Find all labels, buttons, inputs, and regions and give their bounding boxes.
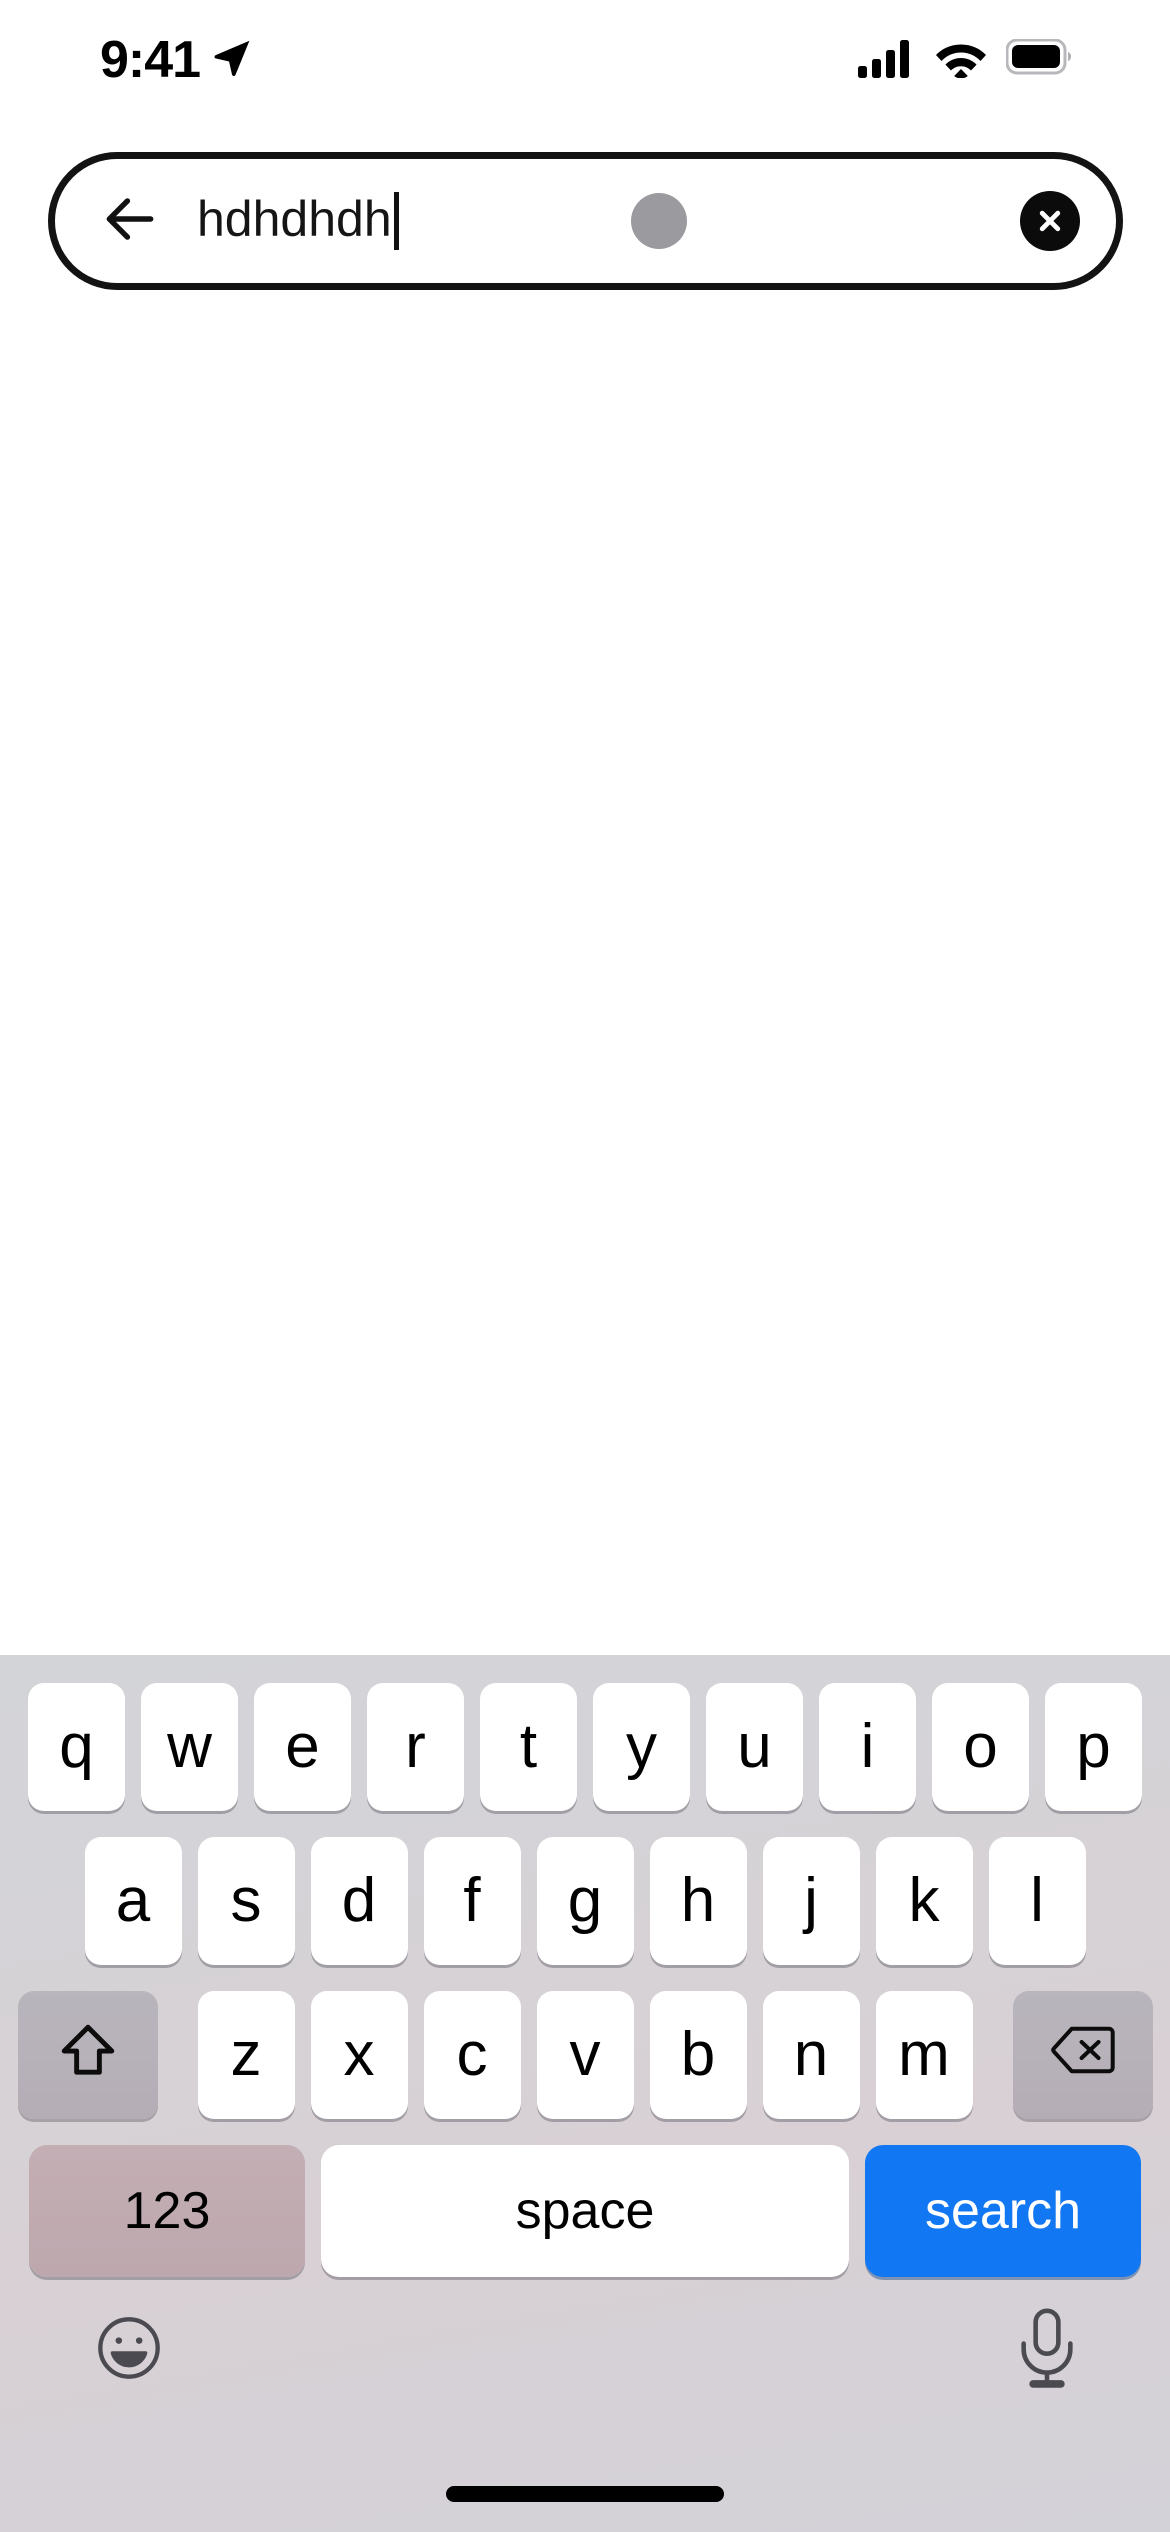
- key-v[interactable]: v: [536, 1991, 634, 2119]
- loading-dot-indicator: [631, 193, 687, 249]
- keyboard-bottom-bar: [0, 2277, 1170, 2394]
- battery-icon: [1005, 38, 1074, 82]
- key-w[interactable]: w: [141, 1683, 238, 1811]
- key-a[interactable]: a: [84, 1837, 182, 1965]
- key-n[interactable]: n: [762, 1991, 860, 2119]
- key-e[interactable]: e: [254, 1683, 351, 1811]
- keyboard-row-2: a s d f g h j k l: [0, 1837, 1170, 1965]
- backspace-delete-icon: [1050, 2024, 1116, 2087]
- search-return-key[interactable]: search: [865, 2145, 1141, 2277]
- keyboard-row-1: q w e r t y u i o p: [0, 1683, 1170, 1811]
- on-screen-keyboard: q w e r t y u i o p a s d f g h j k l z …: [0, 1655, 1170, 2532]
- key-m[interactable]: m: [875, 1991, 973, 2119]
- key-p[interactable]: p: [1045, 1683, 1142, 1811]
- row3-right-spacer: [981, 1991, 1005, 2119]
- shift-arrow-icon: [57, 2019, 119, 2092]
- key-j[interactable]: j: [762, 1837, 860, 1965]
- phone-screen: 9:41 hdhdhdh q w e r t y u i o p a s d f…: [0, 0, 1170, 2532]
- key-d[interactable]: d: [310, 1837, 408, 1965]
- key-l[interactable]: l: [988, 1837, 1086, 1965]
- key-r[interactable]: r: [367, 1683, 464, 1811]
- key-g[interactable]: g: [536, 1837, 634, 1965]
- numeric-switch-key[interactable]: 123: [29, 2145, 305, 2277]
- status-bar: 9:41: [0, 0, 1170, 120]
- keyboard-row-4: 123 space search: [0, 2145, 1170, 2277]
- key-o[interactable]: o: [932, 1683, 1029, 1811]
- shift-key[interactable]: [17, 1991, 158, 2119]
- key-c[interactable]: c: [423, 1991, 521, 2119]
- key-y[interactable]: y: [593, 1683, 690, 1811]
- cellular-signal-icon: [858, 38, 916, 83]
- row3-left-spacer: [166, 1991, 190, 2119]
- status-bar-left: 9:41: [100, 34, 254, 86]
- key-f[interactable]: f: [423, 1837, 521, 1965]
- key-b[interactable]: b: [649, 1991, 747, 2119]
- results-area: [0, 292, 1170, 1655]
- key-t[interactable]: t: [480, 1683, 577, 1811]
- home-indicator-bar: [446, 2486, 724, 2502]
- emoji-smiley-icon[interactable]: [92, 2311, 166, 2390]
- wifi-icon: [934, 38, 988, 83]
- key-i[interactable]: i: [819, 1683, 916, 1811]
- text-cursor: [393, 192, 399, 250]
- key-u[interactable]: u: [706, 1683, 803, 1811]
- key-h[interactable]: h: [649, 1837, 747, 1965]
- keyboard-row-3: z x c v b n m: [0, 1991, 1170, 2119]
- status-time: 9:41: [100, 31, 201, 89]
- back-arrow-icon[interactable]: [99, 188, 161, 255]
- key-s[interactable]: s: [197, 1837, 295, 1965]
- key-z[interactable]: z: [197, 1991, 295, 2119]
- backspace-key[interactable]: [1012, 1991, 1153, 2119]
- key-x[interactable]: x: [310, 1991, 408, 2119]
- key-k[interactable]: k: [875, 1837, 973, 1965]
- microphone-icon[interactable]: [1012, 2307, 1082, 2394]
- clear-circle-icon[interactable]: [1020, 191, 1080, 251]
- search-bar[interactable]: hdhdhdh: [48, 152, 1123, 290]
- location-arrow-icon: [210, 36, 254, 85]
- key-q[interactable]: q: [28, 1683, 125, 1811]
- search-input[interactable]: hdhdhdh: [197, 192, 399, 250]
- status-bar-right: [858, 38, 1074, 83]
- search-bar-container: hdhdhdh: [48, 152, 1123, 290]
- space-key[interactable]: space: [321, 2145, 849, 2277]
- search-input-value: hdhdhdh: [197, 191, 392, 247]
